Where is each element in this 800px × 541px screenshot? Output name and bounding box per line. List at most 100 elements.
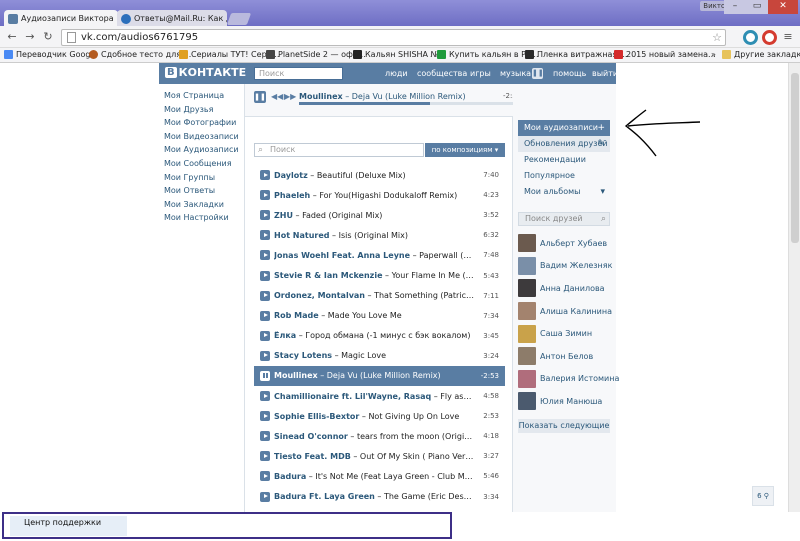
nav-communities[interactable]: сообщества [417, 69, 467, 78]
track-row[interactable]: Badura Ft. Laya Green – The Game (Eric D… [254, 487, 505, 507]
track-row[interactable]: Stacy Lotens – Magic Love 3:24 [254, 346, 505, 366]
bookmark-item[interactable]: Сериалы ТУТ! Сери... [179, 50, 279, 59]
nav-people[interactable]: люди [385, 69, 408, 78]
track-row[interactable]: Rob Made – Made You Love Me 7:34 [254, 306, 505, 326]
play-icon[interactable] [260, 330, 270, 341]
track-row[interactable]: Hot Natured – Isis (Original Mix) 6:32 [254, 225, 505, 245]
track-row[interactable]: Tiesto Feat. MDB – Out Of My Skin ( Pian… [254, 446, 505, 466]
forward-button[interactable]: → [23, 30, 37, 44]
reload-button[interactable]: ↻ [41, 30, 55, 44]
menu-my-audio[interactable]: Мои Аудиозаписи [164, 145, 244, 159]
track-row[interactable]: Sinead O'connor – tears from the moon (O… [254, 426, 505, 446]
audio-menu-item[interactable]: Мои альбомы ▾ [518, 184, 610, 200]
extension-icon[interactable] [743, 30, 758, 45]
menu-my-videos[interactable]: Мои Видеозаписи [164, 132, 244, 146]
audio-menu-item[interactable]: Обновления друзей ✎ [518, 136, 610, 152]
vk-logo[interactable]: В КОНТАКТЕ [165, 66, 246, 79]
new-tab-button[interactable] [226, 13, 252, 25]
pause-icon[interactable] [260, 370, 270, 381]
track-row[interactable]: Stevie R & Ian Mckenzie – Your Flame In … [254, 265, 505, 285]
bookmark-item[interactable]: Купить кальян в Ро... [437, 50, 539, 59]
opera-turbo-icon[interactable] [762, 30, 777, 45]
friend-item[interactable]: Анна Данилова [518, 277, 610, 300]
avatar[interactable] [518, 302, 536, 321]
track-row[interactable]: Jonas Woehl Feat. Anna Leyne – Paperwall… [254, 245, 505, 265]
back-button[interactable]: ← [5, 30, 19, 44]
friend-item[interactable]: Саша Зимин [518, 322, 610, 345]
player-progress-bar[interactable] [299, 102, 517, 105]
bookmark-item[interactable]: Кальян SHISHA №7 [353, 50, 444, 59]
track-row[interactable]: Sophie Ellis-Bextor – Not Giving Up On L… [254, 406, 505, 426]
show-more-button[interactable]: Показать следующие [518, 419, 610, 433]
bookmark-item[interactable]: 2015 новый замена... [614, 50, 716, 59]
play-icon[interactable] [260, 350, 270, 361]
play-icon[interactable] [260, 210, 270, 221]
avatar[interactable] [518, 256, 536, 275]
header-pause-icon[interactable]: ❚❚ [532, 68, 544, 79]
audio-menu-item[interactable]: Рекомендации [518, 152, 610, 168]
menu-my-settings[interactable]: Мои Настройки [164, 213, 244, 227]
menu-my-page[interactable]: Моя Страница [164, 91, 244, 105]
menu-my-photos[interactable]: Мои Фотографии [164, 118, 244, 132]
play-icon[interactable] [260, 391, 270, 402]
menu-item-icon[interactable]: ▾ [600, 184, 605, 200]
play-icon[interactable] [260, 451, 270, 462]
browser-tab-audio[interactable]: Аудиозаписи Виктора ✕ [4, 10, 118, 27]
bookmark-item[interactable]: PlanetSide 2 — офи... [266, 50, 366, 59]
track-row[interactable]: Phaeleh – For You(Higashi Dodukaloff Rem… [254, 185, 505, 205]
play-icon[interactable] [260, 270, 270, 281]
scroll-thumb[interactable] [791, 73, 799, 243]
bookmark-item[interactable]: Пленка витражная ... [525, 50, 627, 59]
track-row[interactable]: Chamillionaire ft. Lil'Wayne, Rasaq – Fl… [254, 386, 505, 406]
next-track-icon[interactable]: ▶▶ [284, 92, 296, 101]
menu-my-answers[interactable]: Мои Ответы [164, 186, 244, 200]
track-row[interactable]: Ёлка – Город обмана (-1 минус с бэк вока… [254, 326, 505, 346]
avatar[interactable] [518, 279, 536, 298]
avatar[interactable] [518, 324, 536, 343]
minimize-button[interactable]: – [724, 0, 746, 14]
track-row[interactable]: ZHU – Faded (Original Mix) 3:52 [254, 205, 505, 225]
track-row[interactable]: Ordonez, Montalvan – That Something (Pat… [254, 286, 505, 306]
friend-item[interactable]: Юлия Манюша [518, 390, 610, 413]
menu-item-icon[interactable]: ✎ [597, 136, 605, 152]
bookmark-item[interactable]: Переводчик Google [4, 50, 98, 59]
menu-my-messages[interactable]: Мои Сообщения [164, 159, 244, 173]
prev-track-icon[interactable]: ◀◀ [271, 92, 283, 101]
audio-search-input[interactable]: ⌕ Поиск [254, 143, 424, 157]
address-bar[interactable]: vk.com/audios6761795 ☆ [61, 29, 726, 46]
other-bookmarks[interactable]: Другие закладки [722, 50, 800, 59]
play-icon[interactable] [260, 431, 270, 442]
nav-games[interactable]: игры [470, 69, 491, 78]
avatar[interactable] [518, 347, 536, 366]
player-pause-button[interactable]: ❚❚ [254, 91, 266, 103]
play-icon[interactable] [260, 290, 270, 301]
friend-item[interactable]: Альберт Хубаев [518, 232, 610, 255]
menu-my-groups[interactable]: Мои Группы [164, 173, 244, 187]
menu-my-friends[interactable]: Мои Друзья [164, 105, 244, 119]
maximize-button[interactable]: ▭ [746, 0, 768, 14]
close-window-button[interactable]: ✕ [768, 0, 798, 14]
play-icon[interactable] [260, 230, 270, 241]
play-icon[interactable] [260, 170, 270, 181]
friend-item[interactable]: Вадим Железняк [518, 255, 612, 278]
play-icon[interactable] [260, 310, 270, 321]
avatar[interactable] [518, 234, 536, 253]
friend-search-input[interactable]: Поиск друзей ⌕ [518, 212, 610, 226]
play-icon[interactable] [260, 411, 270, 422]
vk-search-input[interactable]: Поиск [254, 67, 343, 80]
menu-my-bookmarks[interactable]: Мои Закладки [164, 200, 244, 214]
notification-badge[interactable]: 6 ⚲ [752, 486, 774, 506]
bookmarks-more[interactable]: » [711, 50, 716, 59]
avatar[interactable] [518, 369, 536, 388]
track-row[interactable]: Badura – It's Not Me (Feat Laya Green - … [254, 466, 505, 486]
play-icon[interactable] [260, 491, 270, 502]
avatar[interactable] [518, 392, 536, 411]
audio-menu-item[interactable]: Популярное [518, 168, 610, 184]
friend-item[interactable]: Валерия Истомина [518, 368, 619, 391]
bookmark-star-icon[interactable]: ☆ [712, 31, 722, 44]
play-icon[interactable] [260, 190, 270, 201]
page-scrollbar[interactable] [788, 63, 800, 512]
track-row[interactable]: Daylotz – Beautiful (Deluxe Mix) 7:40 [254, 165, 505, 185]
nav-music[interactable]: музыка [500, 69, 531, 78]
menu-item-icon[interactable]: + [597, 120, 605, 136]
